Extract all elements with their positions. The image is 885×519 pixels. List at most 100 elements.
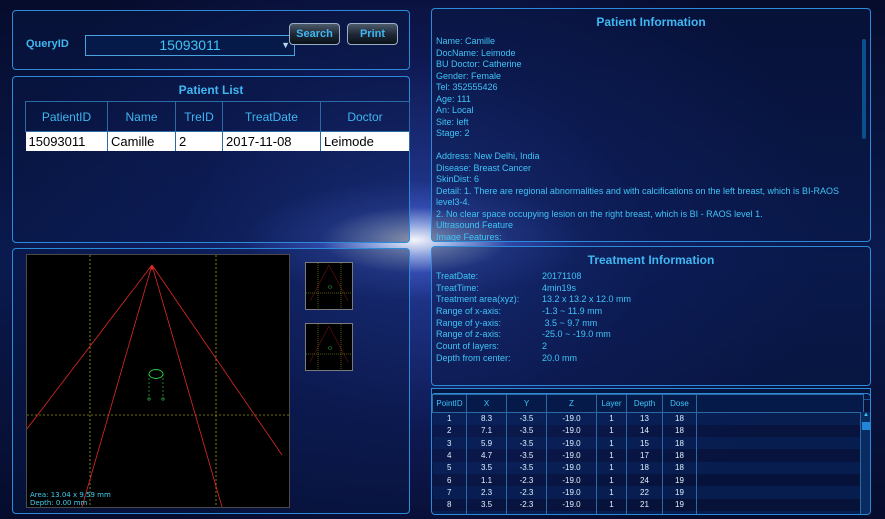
scrollbar-thumb[interactable] bbox=[862, 422, 870, 430]
point-cell: 20 bbox=[626, 510, 663, 514]
thumbnail-overlay bbox=[306, 324, 352, 370]
point-cell: -3.5 bbox=[506, 437, 547, 450]
point-cell: -19.0 bbox=[546, 498, 597, 511]
table-row[interactable]: 94.7-2.3-19.012019 bbox=[432, 510, 864, 514]
point-cell: 19 bbox=[662, 473, 697, 487]
treatment-value: 3.5 ~ 9.7 mm bbox=[542, 317, 598, 328]
treatment-row: Range of x-axis: -1.3 ~ 11.9 mm bbox=[436, 306, 631, 318]
col-name[interactable]: Name bbox=[107, 101, 176, 132]
patient-info-scrollbar[interactable] bbox=[862, 39, 866, 139]
point-cell-spacer bbox=[696, 412, 864, 425]
info-line: BU Doctor: Catherine bbox=[436, 59, 522, 69]
treatment-value: 20.0 mm bbox=[542, 352, 578, 363]
point-cell: 1 bbox=[596, 437, 627, 450]
point-cell: 1 bbox=[596, 473, 627, 487]
table-row[interactable]: 7 2.3 -2.3 -19.0 1 22 19 bbox=[432, 486, 864, 499]
table-row[interactable]: 15093011 Camille 2 2017-11-08 Leimode bbox=[25, 131, 410, 151]
cell-patientid: 15093011 bbox=[25, 131, 108, 151]
point-cell: -3.5 bbox=[506, 412, 547, 425]
point-cell: 3.5 bbox=[466, 498, 507, 511]
col-layer[interactable]: Layer bbox=[596, 394, 627, 413]
point-cell: 1 bbox=[596, 412, 627, 425]
col-depth[interactable]: Depth bbox=[626, 394, 663, 413]
treatment-row: Depth from center: 20.0 mm bbox=[436, 353, 631, 365]
cell-treatdate: 2017-11-08 bbox=[222, 131, 321, 151]
beam-line bbox=[151, 264, 283, 456]
point-cell: -2.3 bbox=[506, 486, 547, 499]
treatment-row: Range of z-axis: -25.0 ~ -19.0 mm bbox=[436, 329, 631, 341]
point-cell-spacer bbox=[696, 510, 864, 514]
point-cell: 1 bbox=[596, 449, 627, 462]
info-line: Tel: 352555426 bbox=[436, 82, 498, 92]
point-cell: 5.9 bbox=[466, 437, 507, 450]
patient-info-panel: Patient Information Name: Camille DocNam… bbox=[431, 8, 871, 242]
col-pointid[interactable]: PointID bbox=[432, 394, 467, 413]
point-cell: -3.5 bbox=[506, 449, 547, 462]
point-cell-spacer bbox=[696, 437, 864, 450]
search-button[interactable]: Search bbox=[289, 23, 340, 45]
info-line: Detail: 1. There are regional abnormalit… bbox=[436, 185, 840, 208]
table-row[interactable]: 8 3.5 -2.3 -19.0 1 21 19 bbox=[432, 498, 864, 511]
point-cell-spacer bbox=[696, 486, 864, 499]
point-cell: 18 bbox=[662, 461, 697, 474]
point-cell: 13 bbox=[626, 412, 663, 425]
point-cell: 19 bbox=[662, 498, 697, 511]
col-doctor[interactable]: Doctor bbox=[320, 101, 410, 132]
col-z[interactable]: Z bbox=[546, 394, 597, 413]
query-id-select[interactable]: 15093011 ▼ bbox=[85, 35, 295, 56]
col-dose[interactable]: Dose bbox=[662, 394, 697, 413]
point-cell: -19.0 bbox=[546, 412, 597, 425]
depth-readout: Depth: 0.00 mm bbox=[30, 499, 88, 507]
beam-line bbox=[151, 264, 223, 508]
patient-table: PatientID Name TreID TreatDate Doctor 15… bbox=[25, 101, 410, 151]
table-row[interactable]: 3 5.9 -3.5 -19.0 1 15 18 bbox=[432, 437, 864, 450]
patient-list-panel: Patient List PatientID Name TreID TreatD… bbox=[12, 76, 410, 243]
treatment-key: Count of layers: bbox=[436, 341, 500, 352]
thumbnail-1[interactable] bbox=[305, 262, 353, 310]
col-treatdate[interactable]: TreatDate bbox=[222, 101, 321, 132]
treatment-row: TreatTime: 4min19s bbox=[436, 283, 631, 295]
point-cell: 19 bbox=[662, 510, 697, 514]
ultrasound-viewer[interactable]: Area: 13.04 x 9.59 mm Depth: 0.00 mm bbox=[6, 254, 290, 508]
table-row[interactable]: 2 7.1 -3.5 -19.0 1 14 18 bbox=[432, 424, 864, 438]
col-patientid[interactable]: PatientID bbox=[25, 101, 108, 132]
point-cell: 1 bbox=[596, 498, 627, 511]
point-cell: 21 bbox=[626, 498, 663, 511]
point-cell-spacer bbox=[696, 424, 864, 438]
point-cell: 8 bbox=[432, 498, 467, 511]
table-row[interactable]: 4 4.7 -3.5 -19.0 1 17 18 bbox=[432, 449, 864, 462]
info-line: 2. No clear space occupying lesion on th… bbox=[436, 208, 763, 219]
thumbnail-overlay bbox=[306, 263, 352, 309]
treatment-row: TreatDate: 20171108 bbox=[436, 271, 631, 283]
patient-list-title: Patient List bbox=[178, 83, 244, 97]
col-treid[interactable]: TreID bbox=[175, 101, 223, 132]
point-cell: 14 bbox=[626, 424, 663, 438]
point-cell: -2.3 bbox=[506, 510, 547, 514]
col-y[interactable]: Y bbox=[506, 394, 547, 413]
info-line: Ultrasound Feature bbox=[436, 220, 514, 230]
area-readout: Area: 13.04 x 9.59 mm bbox=[30, 491, 111, 499]
scroll-up-icon[interactable]: ▲ bbox=[862, 412, 870, 422]
point-cell: 3.5 bbox=[466, 461, 507, 474]
point-cell: -19.0 bbox=[546, 486, 597, 499]
cell-doctor: Leimode bbox=[320, 131, 410, 151]
point-cell-spacer bbox=[696, 461, 864, 474]
treatment-row: Treatment area(xyz): 13.2 x 13.2 x 12.0 m… bbox=[436, 294, 631, 306]
point-cell: 22 bbox=[626, 486, 663, 499]
print-button[interactable]: Print bbox=[347, 23, 398, 45]
table-row[interactable]: 5 3.5 -3.5 -19.0 1 18 18 bbox=[432, 461, 864, 474]
point-cell: -19.0 bbox=[546, 473, 597, 487]
table-row[interactable]: 6 1.1 -2.3 -19.0 1 24 19 bbox=[432, 473, 864, 487]
table-row[interactable]: 1 8.3 -3.5 -19.0 1 13 18 bbox=[432, 412, 864, 425]
treatment-info-rows: TreatDate: 20171108 TreatTime: 4min19s Tre… bbox=[436, 271, 631, 365]
point-cell: -19.0 bbox=[546, 424, 597, 438]
points-scrollbar[interactable]: ▲ bbox=[860, 412, 870, 514]
col-x[interactable]: X bbox=[466, 394, 507, 413]
point-cell: 8.3 bbox=[466, 412, 507, 425]
treatment-info-title: Treatment Information bbox=[587, 253, 715, 267]
thumbnail-2[interactable] bbox=[305, 323, 353, 371]
query-id-label: QueryID bbox=[26, 38, 69, 50]
point-cell: 19 bbox=[662, 486, 697, 499]
patient-info-text: Name: Camille DocName: Leimode BU Doctor… bbox=[436, 36, 861, 241]
point-cell: 6 bbox=[432, 473, 467, 487]
